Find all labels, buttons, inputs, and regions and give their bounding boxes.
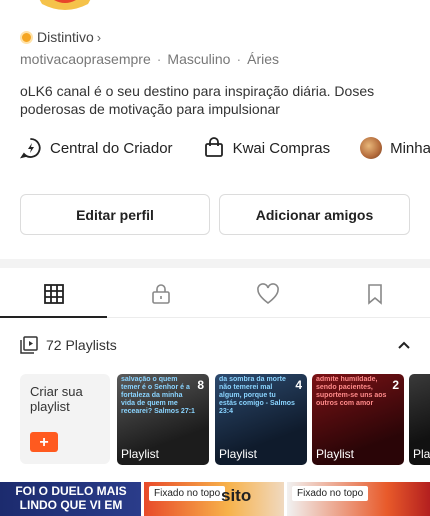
playlist-overlay-text: salvação o quem temer é o Senhor é a for… <box>121 376 195 415</box>
video-thumbnail[interactable]: Fixado no topo sito <box>144 482 284 516</box>
playlist-icon <box>20 336 38 354</box>
video-grid: FOI O DUELO MAIS LINDO QUE VI EM Fixado … <box>0 482 430 516</box>
heart-icon <box>256 282 279 304</box>
username: motivacaoprasempre <box>20 51 151 67</box>
lightning-bolt-icon <box>20 138 41 159</box>
tab-grid[interactable] <box>0 270 107 318</box>
grid-icon <box>43 283 64 304</box>
playlist-label: Playlist <box>316 447 355 461</box>
content-tabs <box>0 270 430 318</box>
tab-private[interactable] <box>107 270 214 317</box>
avatar-icon <box>360 137 383 159</box>
tab-liked[interactable] <box>214 270 321 317</box>
meta-separator: · <box>156 51 162 67</box>
create-playlist-button[interactable]: + <box>30 432 58 452</box>
meta-separator: · <box>236 51 242 67</box>
pinned-badge: Fixado no topo <box>149 486 226 501</box>
chevron-up-icon[interactable] <box>396 337 412 353</box>
pinned-badge: Fixado no topo <box>292 486 369 501</box>
video-thumbnail[interactable]: FOI O DUELO MAIS LINDO QUE VI EM <box>0 482 141 516</box>
profile-meta: motivacaoprasempre · Masculino · Áries <box>20 51 279 67</box>
chevron-right-icon: › <box>96 29 102 45</box>
quick-links: Central do Criador Kwai Compras Minha f <box>20 137 430 159</box>
video-thumbnail[interactable]: Fixado no topo <box>287 482 430 516</box>
playlist-count: 8 <box>197 378 204 392</box>
playlist-overlay-text: admite humildade, sendo pacientes, supor… <box>316 376 387 407</box>
badge-icon <box>20 30 33 44</box>
playlist-label: Pla <box>413 447 430 461</box>
create-playlist-label: Criar sua playlist <box>30 384 83 414</box>
video-title: sito <box>221 486 252 505</box>
creator-center-link[interactable]: Central do Criador <box>20 137 173 159</box>
playlist-card[interactable]: salvação o quem temer é o Senhor é a for… <box>117 374 209 465</box>
zodiac: Áries <box>247 51 280 67</box>
creator-center-label: Central do Criador <box>50 139 173 157</box>
kwai-shop-link[interactable]: Kwai Compras <box>203 137 331 159</box>
playlist-count: 4 <box>295 378 302 392</box>
kwai-shop-label: Kwai Compras <box>232 139 331 157</box>
lock-icon <box>151 283 170 304</box>
tab-saved[interactable] <box>321 270 428 317</box>
playlist-card[interactable]: admite humildade, sendo pacientes, supor… <box>312 374 404 465</box>
profile-bio: oLK6 canal é o seu destino para inspiraç… <box>20 83 375 117</box>
playlists-header[interactable]: 72 Playlists <box>20 336 412 354</box>
video-title: FOI O DUELO MAIS LINDO QUE VI EM <box>15 484 127 512</box>
avatar[interactable] <box>26 0 104 10</box>
my-link[interactable]: Minha f <box>360 137 430 159</box>
playlist-card[interactable]: Pla <box>409 374 430 465</box>
shopping-bag-icon <box>204 137 223 157</box>
create-playlist-card[interactable]: Criar sua playlist + <box>20 374 110 464</box>
badge-link[interactable]: Distintivo › <box>20 29 101 45</box>
playlist-count: 2 <box>392 378 399 392</box>
playlist-card[interactable]: da sombra da morte não temerei mal algum… <box>215 374 307 465</box>
playlist-label: Playlist <box>219 447 258 461</box>
my-link-label: Minha f <box>390 139 430 157</box>
section-divider <box>0 259 430 268</box>
add-friends-button[interactable]: Adicionar amigos <box>219 194 410 235</box>
gender: Masculino <box>167 51 231 67</box>
playlist-label: Playlist <box>121 447 160 461</box>
playlists-count: 72 Playlists <box>46 337 117 353</box>
bookmark-icon <box>367 283 382 305</box>
edit-profile-button[interactable]: Editar perfil <box>20 194 210 235</box>
playlist-overlay-text: da sombra da morte não temerei mal algum… <box>219 376 295 415</box>
badge-label: Distintivo <box>37 29 94 45</box>
